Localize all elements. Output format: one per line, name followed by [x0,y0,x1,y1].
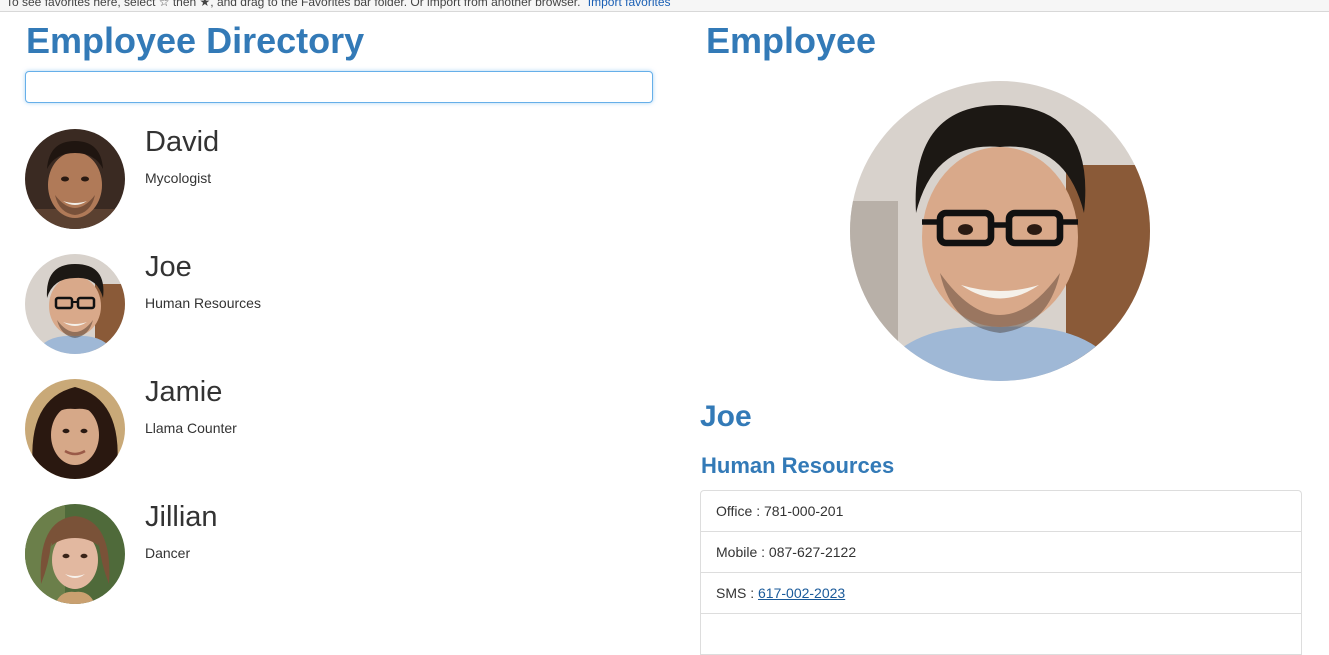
contact-label: Office [716,503,753,519]
contact-sms: SMS : 617-002-2023 [701,573,1301,614]
sms-link[interactable]: 617-002-2023 [758,585,845,601]
avatar [25,504,125,604]
contact-office: Office : 781-000-201 [701,491,1301,532]
employee-item-joe[interactable]: Joe Human Resources [25,251,645,354]
favorites-bar: To see favorites here, select ☆ then ★, … [0,0,1329,12]
employee-item-david[interactable]: David Mycologist [25,126,645,229]
employee-name: Jillian [145,501,218,533]
employee-title: Mycologist [145,170,212,186]
avatar [25,379,125,479]
employee-name: Jamie [145,376,223,408]
contact-list: Office : 781-000-201 Mobile : 087-627-21… [700,490,1302,655]
contact-more [701,614,1301,655]
avatar [25,254,125,354]
search-input[interactable] [25,71,653,103]
favorites-hint: To see favorites here, select ☆ then ★, … [6,0,581,9]
contact-value: 781-000-201 [763,503,844,519]
contact-value: 087-627-2122 [768,544,857,560]
employee-title: Llama Counter [145,420,237,436]
employee-photo [850,81,1150,381]
employee-title: Dancer [145,545,191,561]
contact-label: Mobile [716,544,758,560]
employee-item-jamie[interactable]: Jamie Llama Counter [25,376,645,479]
employee-item-jillian[interactable]: Jillian Dancer [25,501,645,604]
favorites-bar-text: To see favorites here, select ☆ then ★, … [6,0,671,9]
employee-name: David [145,126,220,158]
employee-title: Human Resources [145,295,261,311]
employee-heading: Employee [706,20,877,61]
employee-detail-department: Human Resources [701,453,895,478]
employee-name: Joe [145,251,192,283]
import-favorites-link[interactable]: Import favorites [588,0,671,9]
directory-title: Employee Directory [26,20,365,61]
avatar [25,129,125,229]
contact-mobile: Mobile : 087-627-2122 [701,532,1301,573]
employee-detail-name: Joe [700,400,752,433]
contact-label: SMS [716,585,747,601]
